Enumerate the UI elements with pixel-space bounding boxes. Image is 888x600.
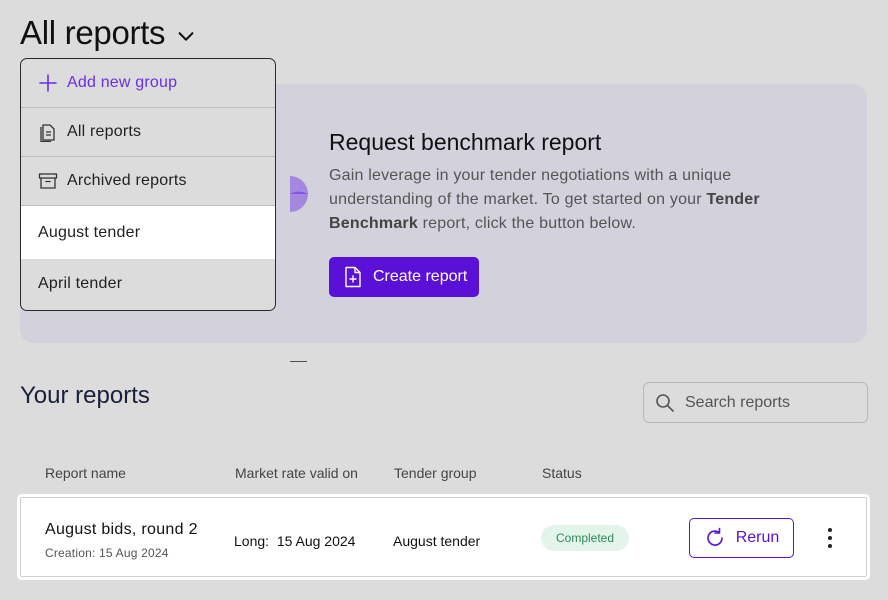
banner-title: Request benchmark report (329, 129, 602, 155)
page-title-text: All reports (20, 14, 166, 51)
report-name[interactable]: August bids, round 2 (45, 521, 198, 539)
column-header-status[interactable]: Status (542, 465, 582, 481)
report-creation-date: Creation: 15 Aug 2024 (45, 546, 169, 560)
search-icon (656, 393, 674, 412)
search-box[interactable] (643, 382, 868, 423)
rerun-button[interactable]: Rerun (689, 518, 794, 558)
banner-content: Request benchmark report Gain leverage i… (329, 129, 799, 297)
status-badge: Completed (541, 525, 630, 551)
search-input[interactable] (685, 393, 855, 412)
refresh-icon (706, 527, 723, 546)
all-reports-label: All reports (67, 123, 142, 140)
document-list-icon (38, 122, 58, 142)
plus-icon (38, 73, 58, 93)
archive-box-icon (38, 171, 58, 191)
rerun-label: Rerun (735, 529, 780, 546)
menu-item-all-reports[interactable]: All reports (21, 108, 275, 157)
april-tender-label: April tender (38, 274, 123, 292)
column-header-tender-group[interactable]: Tender group (394, 465, 477, 481)
create-report-button[interactable]: Create report (329, 257, 480, 297)
menu-item-archived-reports[interactable]: Archived reports (21, 157, 275, 206)
market-rate-date: Long: 15 Aug 2024 (234, 533, 356, 549)
new-document-icon (345, 266, 361, 288)
tender-group: August tender (393, 533, 481, 549)
add-new-group-item[interactable]: Add new group (21, 59, 275, 108)
more-options-icon[interactable] (818, 523, 842, 553)
chevron-down-icon (178, 32, 194, 41)
banner-illustration (290, 176, 308, 362)
your-reports-heading: Your reports (20, 382, 150, 409)
table-row[interactable]: August bids, round 2 Creation: 15 Aug 20… (17, 494, 870, 580)
column-header-market-rate[interactable]: Market rate valid on (235, 465, 358, 481)
group-dropdown-menu: Add new group All reports Archived repor… (20, 58, 276, 311)
create-report-label: Create report (373, 268, 468, 285)
banner-desc-text-1: Gain leverage in your tender negotiation… (329, 167, 732, 208)
menu-item-august-tender[interactable]: August tender (21, 206, 275, 259)
banner-desc-text-2: report, click the button below. (417, 215, 637, 232)
august-tender-label: August tender (38, 223, 141, 241)
archived-reports-label: Archived reports (67, 172, 187, 189)
column-header-report-name[interactable]: Report name (45, 465, 126, 481)
banner-description: Gain leverage in your tender negotiation… (329, 164, 799, 236)
add-new-group-label: Add new group (67, 74, 178, 91)
menu-item-april-tender[interactable]: April tender (21, 259, 275, 308)
page-title[interactable]: All reports (20, 14, 197, 52)
